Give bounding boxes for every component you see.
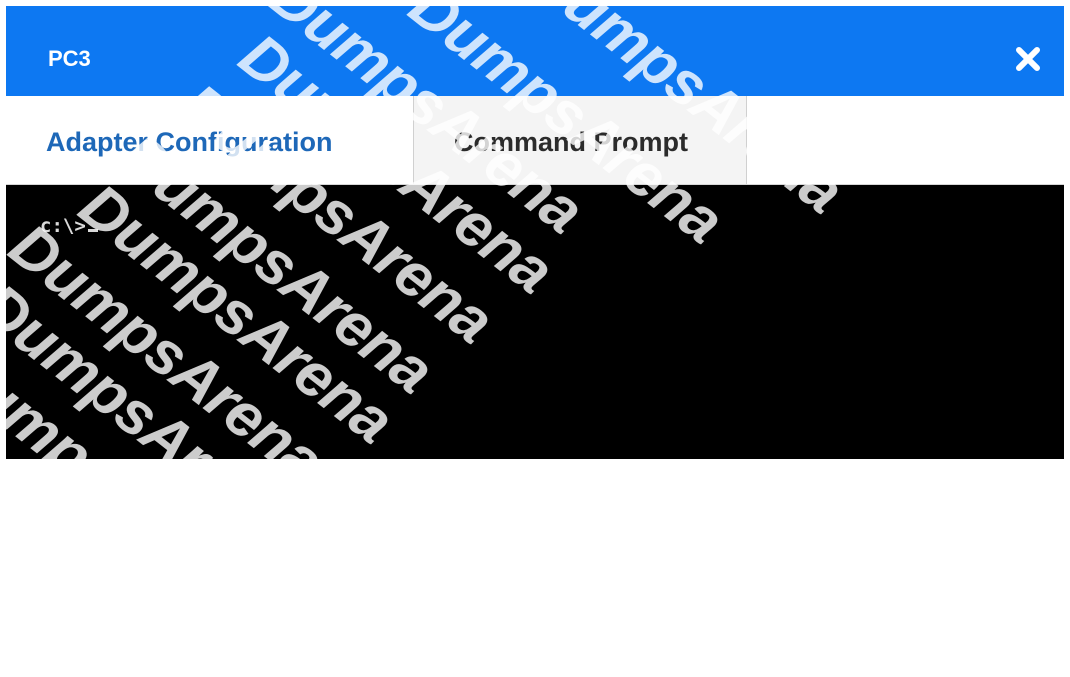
tab-bar: Adapter Configuration Command Prompt — [6, 96, 1064, 185]
pc3-window: PC3 Adapter Configuration Command Prompt… — [6, 6, 1064, 459]
prompt-text: c:\> — [40, 215, 86, 237]
console-prompt: c:\> — [40, 215, 98, 237]
title-bar: PC3 — [6, 6, 1064, 96]
tab-label: Adapter Configuration — [46, 127, 333, 157]
command-prompt-console[interactable]: c:\> — [6, 185, 1064, 459]
tab-label: Command Prompt — [454, 127, 689, 157]
window-title: PC3 — [48, 46, 91, 71]
tab-command-prompt[interactable]: Command Prompt — [414, 96, 747, 184]
tab-adapter-configuration[interactable]: Adapter Configuration — [6, 96, 414, 184]
text-cursor — [87, 229, 98, 232]
close-button[interactable] — [1011, 42, 1045, 76]
close-icon — [1016, 47, 1040, 71]
